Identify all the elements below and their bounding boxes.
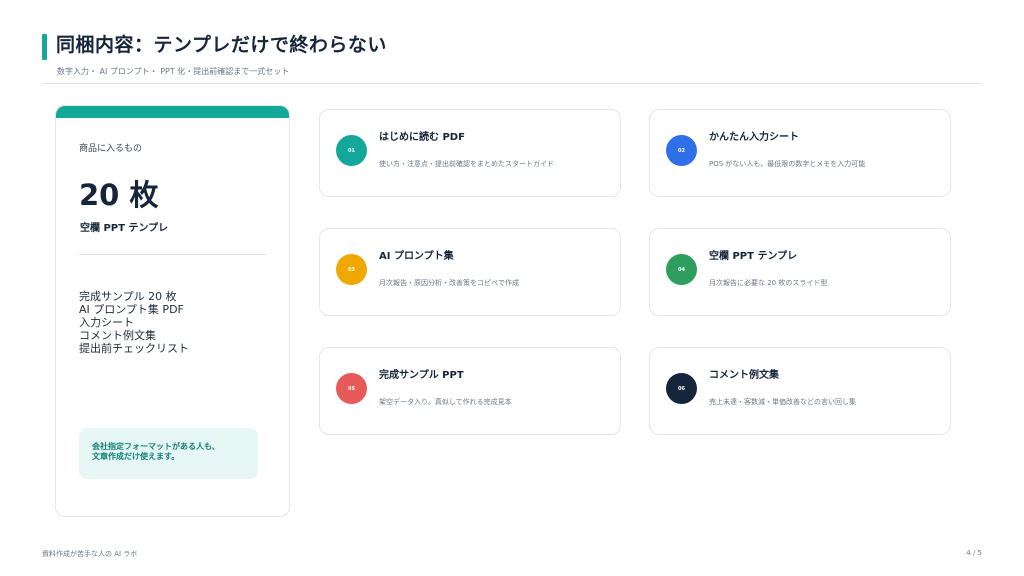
page-subtitle: 数字入力・ AI プロンプト・ PPT 化・提出前確認まで一式セット [57,67,290,76]
card-number-badge: 05 [336,373,367,404]
card-number-badge: 03 [336,254,367,285]
card-title: AI プロンプト集 [379,251,454,262]
card-number-badge: 06 [666,373,697,404]
page-title: 同梱内容：テンプレだけで終わらない [56,34,387,56]
list-item: 提出前チェックリスト [79,342,189,355]
footer-brand: 資料作成が苦手な人の AI ラボ [42,550,138,558]
card-title: コメント例文集 [709,370,779,381]
card-description: 使い方・注意点・提出前確認をまとめたスタートガイド [379,160,554,168]
list-item: 入力シート [79,316,134,329]
contents-panel: 商品に入るもの 20 枚 空欄 PPT テンプレ 完成サンプル 20 枚 AI … [55,105,290,517]
note-line: 会社指定フォーマットがある人も、 [92,442,220,451]
content-card-04: 04 空欄 PPT テンプレ 月次報告に必要な 20 枚のスライド型 [649,228,951,316]
page-number: 4 / 5 [966,549,982,557]
card-number-badge: 01 [336,135,367,166]
card-number-badge: 04 [666,254,697,285]
card-number-badge: 02 [666,135,697,166]
card-description: 月次報告・原因分析・改善策をコピペで作成 [379,279,519,287]
card-title: はじめに読む PDF [379,132,465,143]
panel-label: 商品に入るもの [79,144,143,154]
content-card-02: 02 かんたん入力シート POS がない人も、最低限の数字とメモを入力可能 [649,109,951,197]
header-divider [42,83,982,84]
card-description: 売上未達・客数減・単価改善などの言い回し集 [709,398,856,406]
content-card-01: 01 はじめに読む PDF 使い方・注意点・提出前確認をまとめたスタートガイド [319,109,621,197]
panel-accent-strip [56,106,289,118]
card-title: 空欄 PPT テンプレ [709,251,798,262]
title-accent-bar [42,34,47,60]
panel-divider [79,254,267,255]
card-description: 月次報告に必要な 20 枚のスライド型 [709,279,828,287]
list-item: コメント例文集 [79,329,156,342]
panel-product-name: 空欄 PPT テンプレ [80,223,169,234]
content-card-05: 05 完成サンプル PPT 架空データ入り。真似して作れる完成見本 [319,347,621,435]
list-item: AI プロンプト集 PDF [79,303,184,316]
list-item: 完成サンプル 20 枚 [79,290,177,303]
card-title: 完成サンプル PPT [379,370,464,381]
panel-note: 会社指定フォーマットがある人も、 文章作成だけ使えます。 [79,428,258,479]
note-line: 文章作成だけ使えます。 [92,452,180,461]
card-description: POS がない人も、最低限の数字とメモを入力可能 [709,160,866,168]
content-card-03: 03 AI プロンプト集 月次報告・原因分析・改善策をコピペで作成 [319,228,621,316]
panel-count: 20 枚 [79,178,159,212]
content-card-06: 06 コメント例文集 売上未達・客数減・単価改善などの言い回し集 [649,347,951,435]
card-title: かんたん入力シート [709,132,799,143]
panel-item-list: 完成サンプル 20 枚 AI プロンプト集 PDF 入力シート コメント例文集 … [79,290,189,355]
card-description: 架空データ入り。真似して作れる完成見本 [379,398,512,406]
